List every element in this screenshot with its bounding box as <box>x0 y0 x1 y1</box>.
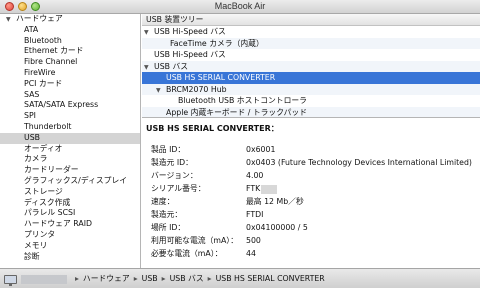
property-row: 速度： 最高 12 Mb／秒 <box>142 196 480 208</box>
tree-row-label: Apple 内蔵キーボード / トラックパッド <box>166 107 308 117</box>
window-title: MacBook Air <box>214 1 266 11</box>
property-key: 必要な電流（mA）： <box>151 249 223 258</box>
property-value-serial: FTK <box>246 183 278 195</box>
property-value: 0x04100000 / 5 <box>246 223 308 232</box>
tree-row-selected[interactable]: USB HS SERIAL CONVERTER <box>142 72 480 84</box>
tree-row[interactable]: FaceTime カメラ（内蔵） <box>142 37 480 49</box>
property-row: 製造元 ID： 0x0403 (Future Technology Device… <box>142 157 480 169</box>
tree-row-label: Bluetooth USB ホストコントローラ <box>178 96 307 105</box>
sidebar-item-memory[interactable]: メモリ <box>0 241 140 252</box>
tree-row[interactable]: USB Hi-Speed バス <box>142 49 480 61</box>
breadcrumb-hardware[interactable]: ハードウェア <box>83 274 130 283</box>
tree-row[interactable]: Apple 内蔵キーボード / トラックパッド <box>142 106 480 117</box>
redacted-computer-name[interactable] <box>21 274 67 284</box>
tree-row-label: USB Hi-Speed バス <box>154 27 226 36</box>
sidebar-item-graphics[interactable]: グラフィックス/ディスプレイ <box>0 176 140 187</box>
path-separator-icon: ▸ <box>207 274 212 283</box>
sidebar-item-spi[interactable]: SPI <box>0 111 140 122</box>
tree-row[interactable]: ▼ USB バス <box>142 60 480 74</box>
property-row: 場所 ID： 0x04100000 / 5 <box>142 222 480 234</box>
detail-pane: USB HS SERIAL CONVERTER： 製品 ID： 0x6001 製… <box>142 119 480 268</box>
path-separator-icon: ▸ <box>161 274 166 283</box>
disclosure-triangle-icon[interactable]: ▼ <box>144 27 154 39</box>
breadcrumb-usb[interactable]: USB <box>142 274 158 283</box>
property-key: 製造元 ID： <box>151 158 193 167</box>
tree-row-label: USB HS SERIAL CONVERTER <box>166 73 276 82</box>
sidebar-item-usb[interactable]: USB <box>0 132 140 144</box>
tree-row-label: USB Hi-Speed バス <box>154 50 226 59</box>
sidebar-item-disc-burning[interactable]: ディスク作成 <box>0 198 140 209</box>
sidebar-item-firewire[interactable]: FireWire <box>0 68 140 79</box>
usb-device-tree: USB 装置ツリー ▼ USB Hi-Speed バス FaceTime カメラ（… <box>142 14 480 118</box>
redacted-block <box>261 184 278 194</box>
property-row: 利用可能な電流（mA）： 500 <box>142 235 480 247</box>
property-row: 製品 ID： 0x6001 <box>142 144 480 156</box>
sidebar-item-audio[interactable]: オーディオ <box>0 144 140 155</box>
tree-row[interactable]: ▼ BRCM2070 Hub <box>142 83 480 97</box>
tree-row[interactable]: Bluetooth USB ホストコントローラ <box>142 95 480 107</box>
path-separator-icon: ▸ <box>75 274 79 283</box>
tree-row-label: BRCM2070 Hub <box>166 84 227 94</box>
sidebar-item-sas[interactable]: SAS <box>0 90 140 101</box>
property-row: 製造元： FTDI <box>142 209 480 221</box>
sidebar-item-camera[interactable]: カメラ <box>0 154 140 165</box>
tree-header: USB 装置ツリー <box>142 14 480 26</box>
property-value: 44 <box>246 249 256 258</box>
sidebar-root-label: ハードウェア <box>16 14 63 23</box>
property-value: 4.00 <box>246 171 264 180</box>
sidebar-item-ata[interactable]: ATA <box>0 25 140 36</box>
property-row: シリアル番号： FTK <box>142 183 480 195</box>
sidebar-item-card-reader[interactable]: カードリーダー <box>0 165 140 176</box>
sidebar-item-diagnostics[interactable]: 診断 <box>0 252 140 263</box>
path-bar: ▸ ハードウェア ▸ USB ▸ USB バス ▸ USB HS SERIAL CONVERT… <box>0 268 480 288</box>
sidebar-item-storage[interactable]: ストレージ <box>0 187 140 198</box>
breadcrumb-usb-bus[interactable]: USB バス <box>170 274 204 283</box>
property-row: バージョン： 4.00 <box>142 170 480 182</box>
sidebar-item-hardware-raid[interactable]: ハードウェア RAID <box>0 219 140 230</box>
property-key: 製品 ID： <box>151 145 186 154</box>
property-value: 500 <box>246 236 261 245</box>
sidebar-item-sata[interactable]: SATA/SATA Express <box>0 100 140 111</box>
property-key: シリアル番号： <box>151 184 206 193</box>
disclosure-triangle-icon[interactable]: ▼ <box>156 85 166 97</box>
sidebar: ▼ ハードウェア ATA Bluetooth Ethernet カード Fibre… <box>0 14 141 268</box>
property-row: 必要な電流（mA）： 44 <box>142 248 480 260</box>
sidebar-item-ethernet[interactable]: Ethernet カード <box>0 46 140 57</box>
property-key: 場所 ID： <box>151 223 186 232</box>
property-value: 0x0403 (Future Technology Devices Intern… <box>246 158 472 167</box>
serial-number-text: FTK <box>246 184 261 193</box>
property-value: FTDI <box>246 210 264 219</box>
sidebar-item-thunderbolt[interactable]: Thunderbolt <box>0 122 140 133</box>
computer-icon <box>4 274 17 286</box>
tree-row-label: FaceTime カメラ（内蔵） <box>170 38 264 48</box>
sidebar-item-fibre-channel[interactable]: Fibre Channel <box>0 57 140 68</box>
property-value: 最高 12 Mb／秒 <box>246 197 304 206</box>
sidebar-item-pci[interactable]: PCI カード <box>0 79 140 90</box>
detail-title: USB HS SERIAL CONVERTER： <box>146 124 279 133</box>
property-key: 速度： <box>151 197 175 206</box>
property-value: 0x6001 <box>246 145 276 154</box>
disclosure-triangle-icon[interactable]: ▼ <box>6 15 16 26</box>
property-key: 製造元： <box>151 210 183 219</box>
disclosure-triangle-icon[interactable]: ▼ <box>144 62 154 74</box>
sidebar-item-parallel-scsi[interactable]: パラレル SCSI <box>0 208 140 219</box>
property-key: 利用可能な電流（mA）： <box>151 236 238 245</box>
sidebar-item-bluetooth[interactable]: Bluetooth <box>0 36 140 47</box>
property-key: バージョン： <box>151 171 198 180</box>
tree-row-label: USB バス <box>154 61 189 71</box>
breadcrumb-device[interactable]: USB HS SERIAL CONVERTER <box>216 274 325 283</box>
sidebar-item-printers[interactable]: プリンタ <box>0 230 140 241</box>
sidebar-root-hardware[interactable]: ▼ ハードウェア <box>0 14 140 25</box>
window-titlebar: MacBook Air <box>0 0 480 14</box>
path-separator-icon: ▸ <box>133 274 138 283</box>
tree-row[interactable]: ▼ USB Hi-Speed バス <box>142 26 480 38</box>
